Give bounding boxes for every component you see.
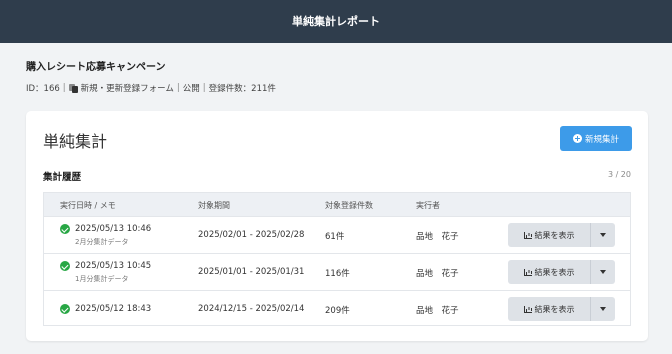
result-button-group: 結果を表示 <box>508 223 615 247</box>
check-circle-icon <box>60 261 70 271</box>
campaign-id: ID：166 <box>26 84 60 94</box>
row-count: 116件 <box>325 269 350 279</box>
caret-down-icon <box>600 233 606 237</box>
bar-chart-icon <box>523 268 532 276</box>
visibility-status: 公開 <box>182 84 200 94</box>
view-result-label: 結果を表示 <box>534 304 575 314</box>
campaign-title: 購入レシート応募キャンペーン <box>26 62 166 73</box>
row-executor: 品地 花子 <box>416 306 459 316</box>
row-datetime: 2025/05/12 18:43 <box>75 304 152 314</box>
history-table: 実行日時 / メモ 対象期間 対象登録件数 実行者 2025/05/13 10:… <box>43 192 631 326</box>
column-header-period: 対象期間 <box>198 201 230 210</box>
entry-count: 登録件数：211件 <box>208 84 276 94</box>
column-header-datetime: 実行日時 / メモ <box>60 201 116 210</box>
aggregation-card: 単純集計 新規集計 集計履歴 3 / 20 実行日時 / メモ 対象期間 対象登… <box>26 111 648 341</box>
history-title: 集計履歴 <box>43 172 82 183</box>
top-bar: 単純集計レポート <box>0 0 672 43</box>
new-aggregation-button[interactable]: 新規集計 <box>560 126 632 151</box>
result-dropdown-toggle[interactable] <box>591 297 615 321</box>
form-name: 新規・更新登録フォーム <box>80 84 174 94</box>
page-title: 単純集計レポート <box>292 15 380 28</box>
row-datetime: 2025/05/13 10:46 <box>75 224 152 234</box>
caret-down-icon <box>600 270 606 274</box>
row-count: 61件 <box>325 232 345 242</box>
table-row: 2025/05/12 18:43 2024/12/15 - 2025/02/14… <box>44 291 630 328</box>
divider: | <box>202 83 206 93</box>
view-result-button[interactable]: 結果を表示 <box>508 297 591 321</box>
row-executor: 品地 花子 <box>416 269 459 279</box>
row-memo: 1月分集計データ <box>75 275 129 283</box>
view-result-label: 結果を表示 <box>534 230 575 240</box>
form-icon <box>68 83 78 93</box>
row-period: 2025/02/01 - 2025/02/28 <box>198 230 305 240</box>
view-result-button[interactable]: 結果を表示 <box>508 223 591 247</box>
campaign-meta: ID：166 | 新規・更新登録フォーム | 公開 | 登録件数：211件 <box>26 82 276 94</box>
view-result-label: 結果を表示 <box>534 267 575 277</box>
result-button-group: 結果を表示 <box>508 297 615 321</box>
check-circle-icon <box>60 304 70 314</box>
bar-chart-icon <box>523 305 532 313</box>
column-header-count: 対象登録件数 <box>325 201 373 210</box>
row-period: 2024/12/15 - 2025/02/14 <box>198 304 305 314</box>
bar-chart-icon <box>523 231 532 239</box>
column-header-executor: 実行者 <box>416 201 440 210</box>
card-title: 単純集計 <box>43 132 108 151</box>
table-header: 実行日時 / メモ 対象期間 対象登録件数 実行者 <box>44 193 630 217</box>
view-result-button[interactable]: 結果を表示 <box>508 260 591 284</box>
row-count: 209件 <box>325 306 350 316</box>
new-aggregation-label: 新規集計 <box>584 134 619 145</box>
row-period: 2025/01/01 - 2025/01/31 <box>198 267 305 277</box>
plus-circle-icon <box>572 134 582 143</box>
caret-down-icon <box>600 307 606 311</box>
table-row: 2025/05/13 10:46 2月分集計データ 2025/02/01 - 2… <box>44 217 630 254</box>
row-memo: 2月分集計データ <box>75 238 129 246</box>
table-row: 2025/05/13 10:45 1月分集計データ 2025/01/01 - 2… <box>44 254 630 291</box>
divider: | <box>62 83 66 93</box>
result-button-group: 結果を表示 <box>508 260 615 284</box>
history-count: 3 / 20 <box>607 170 631 179</box>
row-datetime: 2025/05/13 10:45 <box>75 261 152 271</box>
divider: | <box>176 83 180 93</box>
check-circle-icon <box>60 224 70 234</box>
row-executor: 品地 花子 <box>416 232 459 242</box>
result-dropdown-toggle[interactable] <box>591 223 615 247</box>
result-dropdown-toggle[interactable] <box>591 260 615 284</box>
